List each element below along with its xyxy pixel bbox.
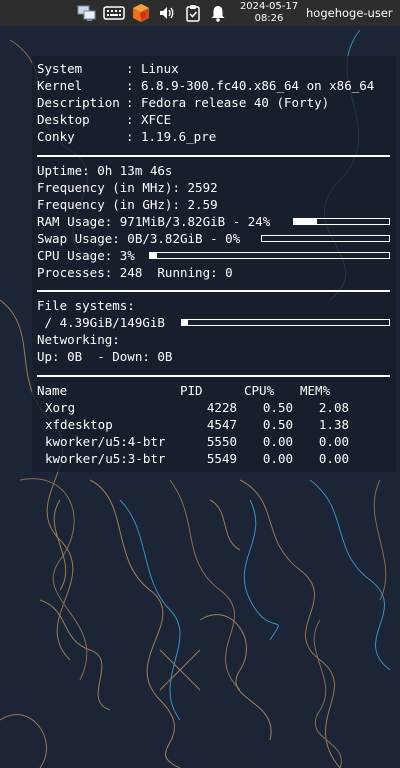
ram-usage-bar [293, 218, 390, 225]
process-pid: 4228 [206, 400, 237, 415]
kernel-row: Kernel: 6.8.9-300.fc40.x86_64 on x86_64 [37, 77, 374, 94]
header-pid: PID [180, 383, 203, 398]
description-value: Fedora release 40 (Forty) [141, 95, 330, 110]
clock-time: 08:26 [254, 13, 284, 24]
system-colon: : [126, 61, 142, 76]
root-filesystem-bar-fill [182, 320, 189, 325]
processes-count: Processes: 248 Running: 0 [37, 265, 233, 280]
desktop-value: XFCE [141, 112, 172, 127]
header-cpu: CPU% [244, 383, 275, 398]
description-colon: : [126, 95, 142, 110]
networking-title: Networking: [37, 332, 120, 347]
process-cpu: 0.00 [262, 434, 293, 449]
user-menu[interactable]: hogehoge-user [306, 0, 393, 26]
clock-date: 2024-05-17 [239, 1, 299, 12]
frequency-mhz: Frequency (in MHz): 2592 [37, 180, 218, 195]
cpu-usage: CPU Usage: 3% [37, 248, 135, 263]
process-mem: 0.00 [318, 451, 349, 466]
cpu-usage-bar [149, 252, 390, 259]
volume-icon[interactable] [156, 0, 178, 26]
divider [37, 290, 390, 292]
ram-usage-bar-fill [294, 219, 317, 224]
root-filesystem-bar [181, 319, 390, 326]
kernel-colon: : [126, 78, 142, 93]
network-traffic: Up: 0B - Down: 0B [37, 349, 173, 364]
header-mem: MEM% [300, 383, 331, 398]
root-filesystem: / 4.39GiB/149GiB [37, 315, 165, 330]
description-row: Description: Fedora release 40 (Forty) [37, 94, 329, 111]
ram-usage: RAM Usage: 971MiB/3.82GiB - 24% [37, 214, 271, 229]
conky-widget: System: Linux Kernel: 6.8.9-300.fc40.x86… [32, 56, 396, 472]
notification-bell-icon[interactable] [207, 0, 229, 26]
divider [37, 375, 390, 377]
process-mem: 1.38 [318, 417, 349, 432]
process-cpu: 0.50 [262, 400, 293, 415]
desktop-row: Desktop: XFCE [37, 111, 171, 128]
description-label: Description [37, 95, 120, 110]
header-name: Name [37, 383, 68, 398]
cpu-usage-bar-fill [150, 253, 158, 258]
process-mem: 2.08 [318, 400, 349, 415]
kernel-label: Kernel [37, 78, 83, 93]
file-systems-title: File systems: [37, 298, 135, 313]
keyboard-icon[interactable] [102, 0, 126, 26]
divider [37, 155, 390, 157]
swap-usage-bar [261, 235, 390, 242]
frequency-ghz: Frequency (in GHz): 2.59 [37, 197, 218, 212]
system-row: System: Linux [37, 60, 179, 77]
desktop-colon: : [126, 112, 142, 127]
kernel-value: 6.8.9-300.fc40.x86_64 on x86_64 [141, 78, 375, 93]
process-name: kworker/u5:3-btr [45, 451, 166, 466]
process-name: xfdesktop [45, 417, 113, 432]
conky-label: Conky [37, 129, 75, 144]
uptime: Uptime: 0h 13m 46s [37, 163, 173, 178]
process-pid: 4547 [206, 417, 237, 432]
system-value: Linux [141, 61, 179, 76]
process-cpu: 0.00 [262, 451, 293, 466]
swap-usage: Swap Usage: 0B/3.82GiB - 0% [37, 231, 241, 246]
desktop-label: Desktop [37, 112, 90, 127]
process-pid: 5549 [206, 451, 237, 466]
process-name: kworker/u5:4-btr [45, 434, 166, 449]
conky-value: 1.19.6_pre [141, 129, 217, 144]
process-cpu: 0.50 [262, 417, 293, 432]
network-icon[interactable] [76, 0, 98, 26]
process-pid: 5550 [206, 434, 237, 449]
conky-colon: : [126, 129, 142, 144]
clock[interactable]: 2024-05-17 08:26 [236, 1, 302, 25]
system-label: System [37, 61, 83, 76]
top-panel: 2024-05-17 08:26 hogehoge-user [0, 0, 400, 26]
clipboard-icon[interactable] [182, 0, 204, 26]
package-updater-icon[interactable] [130, 0, 152, 26]
process-mem: 0.00 [318, 434, 349, 449]
process-name: Xorg [45, 400, 76, 415]
conky-row: Conky: 1.19.6_pre [37, 128, 216, 145]
